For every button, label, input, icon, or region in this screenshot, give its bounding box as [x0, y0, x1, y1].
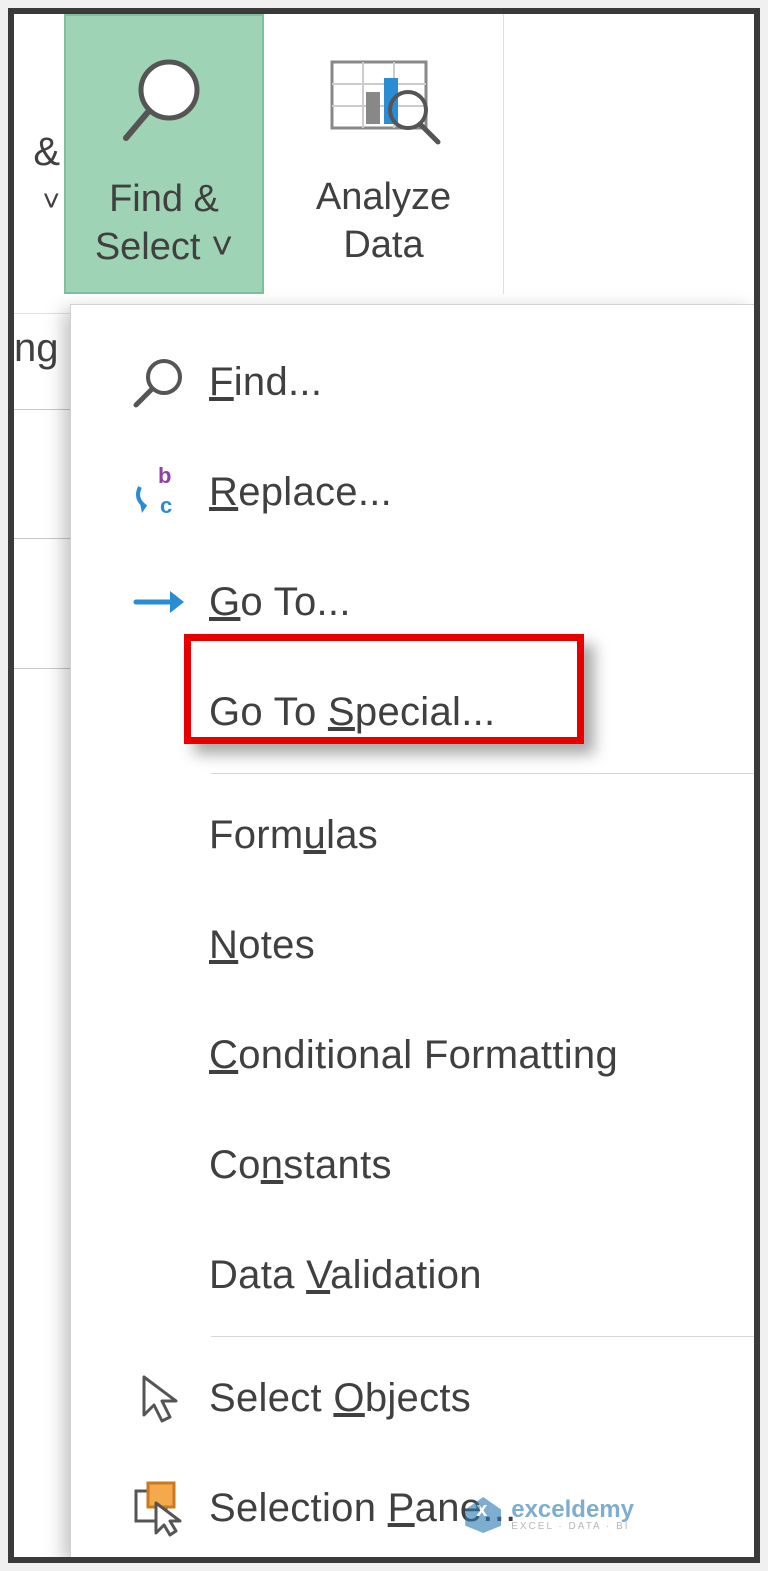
find-and-select-button[interactable]: Find & Select ˅: [64, 14, 264, 294]
menu-separator: [211, 773, 754, 774]
replace-icon: b c: [109, 463, 209, 521]
partial-ampersand: &: [33, 130, 60, 175]
magnifier-icon: [109, 353, 209, 411]
menu-item-select-objects[interactable]: Select Objects: [71, 1343, 754, 1453]
menu-label: Select Objects: [209, 1376, 471, 1421]
find-select-label: Find & Select ˅: [95, 176, 233, 271]
menu-item-selection-pane[interactable]: Selection Pane...: [71, 1453, 754, 1563]
menu-item-replace[interactable]: b c Replace...: [71, 437, 754, 547]
ribbon: & ˅ Find & Select ˅: [14, 14, 754, 314]
menu-item-goto-special[interactable]: Go To Special...: [71, 657, 754, 767]
menu-item-conditional-formatting[interactable]: Conditional Formatting: [71, 1000, 754, 1110]
ribbon-group-label-partial: ng: [14, 326, 59, 371]
menu-label: Data Validation: [209, 1253, 482, 1298]
menu-label: Go To Special...: [209, 690, 495, 735]
menu-label: Formulas: [209, 813, 378, 858]
window-frame: & ˅ Find & Select ˅: [8, 8, 760, 1563]
worksheet-grid-partial: [14, 409, 70, 669]
cursor-icon: [109, 1369, 209, 1427]
menu-item-goto[interactable]: Go To...: [71, 547, 754, 657]
menu-label: Conditional Formatting: [209, 1033, 618, 1078]
menu-label: Replace...: [209, 470, 392, 515]
menu-label: Find...: [209, 360, 322, 405]
chevron-down-icon: ˅: [42, 185, 60, 219]
analyze-data-label: Analyze Data: [316, 174, 451, 269]
menu-item-constants[interactable]: Constants: [71, 1110, 754, 1220]
analyze-data-icon: [324, 28, 444, 168]
menu-separator: [211, 1336, 754, 1337]
magnifier-icon: [114, 30, 214, 170]
menu-item-formulas[interactable]: Formulas: [71, 780, 754, 890]
menu-label: Selection Pane...: [209, 1486, 517, 1531]
menu-item-find[interactable]: Find...: [71, 327, 754, 437]
ribbon-partial-left-button[interactable]: & ˅: [14, 14, 64, 294]
svg-text:c: c: [160, 493, 172, 518]
menu-item-notes[interactable]: Notes: [71, 890, 754, 1000]
menu-item-data-validation[interactable]: Data Validation: [71, 1220, 754, 1330]
menu-label: Constants: [209, 1143, 392, 1188]
menu-label: Go To...: [209, 580, 351, 625]
menu-label: Notes: [209, 923, 315, 968]
svg-text:b: b: [158, 463, 171, 488]
selection-pane-icon: [109, 1479, 209, 1537]
find-select-dropdown: Find... b c Replace... Go To... Go To Sp…: [70, 304, 754, 1557]
arrow-right-icon: [109, 573, 209, 631]
analyze-data-button[interactable]: Analyze Data: [264, 14, 504, 294]
